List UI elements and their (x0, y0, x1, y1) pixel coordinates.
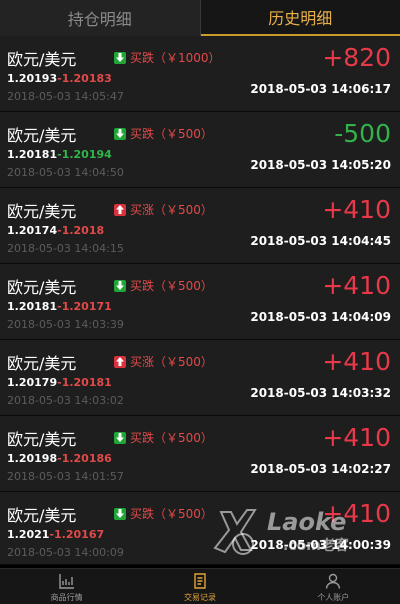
profit-loss: +410 (322, 499, 391, 528)
nav-account[interactable]: 个人账户 (267, 569, 400, 604)
record-row[interactable]: 欧元/美元 买跌（￥500） 1.20181-1.20171 2018-05-03 1… (0, 264, 400, 340)
open-time: 2018-05-03 14:03:02 (7, 394, 124, 407)
open-time: 2018-05-03 14:04:50 (7, 166, 124, 179)
profit-loss: +410 (322, 271, 391, 300)
nav-records[interactable]: 交易记录 (133, 569, 266, 604)
user-icon (326, 573, 341, 589)
open-time: 2018-05-03 14:03:39 (7, 318, 124, 331)
price-range: 1.20181-1.20194 (7, 148, 112, 161)
pair-name: 欧元/美元 (7, 202, 77, 221)
open-time: 2018-05-03 14:01:57 (7, 470, 124, 483)
arrow-down-icon (114, 279, 126, 292)
price-range: 1.2021-1.20167 (7, 528, 104, 541)
bottom-nav: 商品行情 交易记录 个人账户 (0, 568, 400, 604)
trade-action: 买涨（￥500） (130, 203, 213, 217)
pair-name: 欧元/美元 (7, 50, 77, 69)
tab-bar: 持仓明细 历史明细 (0, 0, 400, 36)
close-time: 2018-05-03 14:00:39 (250, 538, 391, 552)
profit-loss: +820 (322, 43, 391, 72)
nav-market-label: 商品行情 (50, 593, 83, 602)
arrow-down-icon (114, 507, 126, 520)
trade-direction: 买跌（￥500） (114, 505, 213, 522)
trade-action: 买跌（￥500） (130, 127, 213, 141)
close-time: 2018-05-03 14:06:17 (250, 82, 391, 96)
open-price: 1.20198 (7, 452, 58, 465)
pair-name: 欧元/美元 (7, 354, 77, 373)
nav-account-label: 个人账户 (317, 593, 350, 602)
close-time: 2018-05-03 14:05:20 (250, 158, 391, 172)
open-price: 1.20179 (7, 376, 58, 389)
trade-action: 买跌（￥1000） (130, 51, 221, 65)
record-row[interactable]: 欧元/美元 买跌（￥500） 1.20181-1.20194 2018-05-03 1… (0, 112, 400, 188)
chart-icon (58, 574, 74, 589)
trade-direction: 买跌（￥500） (114, 429, 213, 446)
price-range: 1.20179-1.20181 (7, 376, 112, 389)
arrow-down-icon (114, 51, 126, 64)
profit-loss: +410 (322, 347, 391, 376)
close-price: 1.20171 (61, 300, 112, 313)
trade-direction: 买跌（￥1000） (114, 49, 221, 66)
profit-loss: +410 (322, 423, 391, 452)
record-row[interactable]: 欧元/美元 买涨（￥500） 1.20174-1.2018 2018-05-03 14… (0, 188, 400, 264)
close-price: 1.20183 (61, 72, 112, 85)
open-price: 1.20193 (7, 72, 58, 85)
record-row[interactable]: 欧元/美元 买跌（￥500） 1.20198-1.20186 2018-05-03 1… (0, 416, 400, 492)
open-price: 1.20174 (7, 224, 58, 237)
arrow-down-icon (114, 431, 126, 444)
close-price: 1.20181 (61, 376, 112, 389)
nav-market[interactable]: 商品行情 (0, 569, 133, 604)
pair-name: 欧元/美元 (7, 430, 77, 449)
tab-positions[interactable]: 持仓明细 (0, 0, 200, 36)
close-price: 1.2018 (61, 224, 105, 237)
close-time: 2018-05-03 14:04:45 (250, 234, 391, 248)
open-time: 2018-05-03 14:05:47 (7, 90, 124, 103)
price-range: 1.20181-1.20171 (7, 300, 112, 313)
close-price: 1.20186 (61, 452, 112, 465)
price-range: 1.20193-1.20183 (7, 72, 112, 85)
arrow-down-icon (114, 127, 126, 140)
open-time: 2018-05-03 14:04:15 (7, 242, 124, 255)
open-price: 1.20181 (7, 300, 58, 313)
close-price: 1.20167 (54, 528, 105, 541)
record-row[interactable]: 欧元/美元 买涨（￥500） 1.20179-1.20181 2018-05-03 1… (0, 340, 400, 416)
close-price: 1.20194 (61, 148, 112, 161)
open-time: 2018-05-03 14:00:09 (7, 546, 124, 559)
document-icon (194, 573, 206, 589)
pair-name: 欧元/美元 (7, 126, 77, 145)
history-list[interactable]: 欧元/美元 买跌（￥1000） 1.20193-1.20183 2018-05-03 … (0, 36, 400, 568)
open-price: 1.2021 (7, 528, 50, 541)
pair-name: 欧元/美元 (7, 278, 77, 297)
pair-name: 欧元/美元 (7, 506, 77, 525)
record-row[interactable]: 欧元/美元 买跌（￥1000） 1.20193-1.20183 2018-05-03 … (0, 36, 400, 112)
trade-action: 买跌（￥500） (130, 431, 213, 445)
profit-loss: +410 (322, 195, 391, 224)
price-range: 1.20174-1.2018 (7, 224, 104, 237)
trade-direction: 买涨（￥500） (114, 353, 213, 370)
profit-loss: -500 (334, 119, 391, 148)
trade-direction: 买跌（￥500） (114, 277, 213, 294)
tab-history[interactable]: 历史明细 (200, 0, 400, 36)
trade-action: 买跌（￥500） (130, 279, 213, 293)
trade-direction: 买跌（￥500） (114, 125, 213, 142)
close-time: 2018-05-03 14:03:32 (250, 386, 391, 400)
trade-action: 买涨（￥500） (130, 355, 213, 369)
trade-direction: 买涨（￥500） (114, 201, 213, 218)
close-time: 2018-05-03 14:02:27 (250, 462, 391, 476)
arrow-up-icon (114, 355, 126, 368)
record-row[interactable]: 欧元/美元 买跌（￥500） 1.2021-1.20167 2018-05-03 14… (0, 492, 400, 565)
close-time: 2018-05-03 14:04:09 (250, 310, 391, 324)
nav-records-label: 交易记录 (183, 593, 216, 602)
price-range: 1.20198-1.20186 (7, 452, 112, 465)
arrow-up-icon (114, 203, 126, 216)
open-price: 1.20181 (7, 148, 58, 161)
trade-action: 买跌（￥500） (130, 507, 213, 521)
